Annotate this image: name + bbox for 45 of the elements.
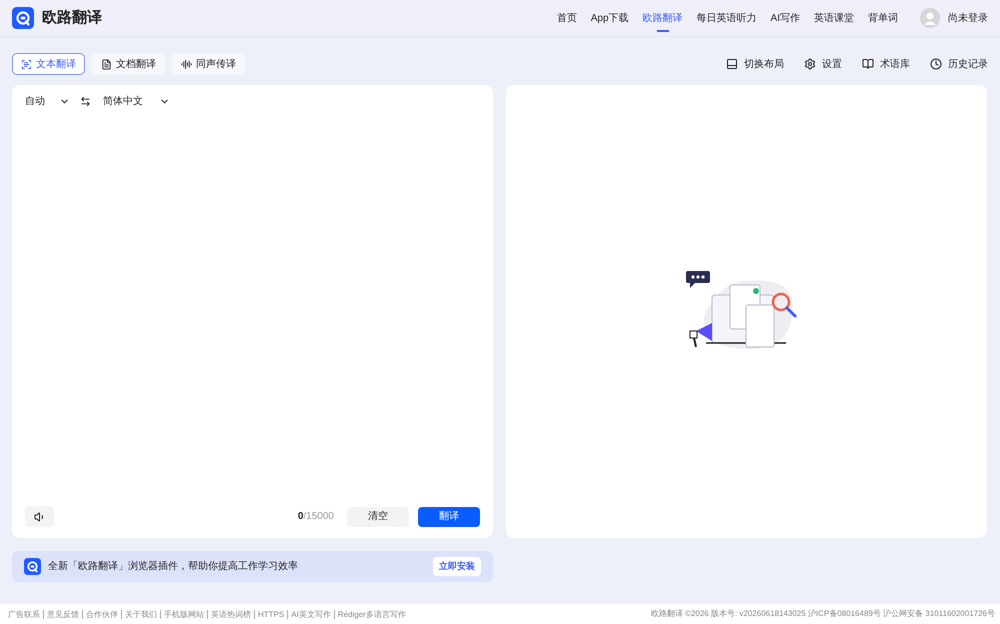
nav-link[interactable]: App下载 — [590, 0, 629, 36]
speaker-button[interactable] — [25, 506, 54, 527]
settings-icon — [804, 58, 816, 70]
toolbar-button[interactable]: 设置 — [804, 56, 842, 72]
footer-info: 欧路翻译 ©2026 版本号: v20260618143025 沪ICP备08016489号 沪公网安备 31011602001726号 — [650, 608, 995, 620]
logo-icon — [12, 7, 34, 29]
document-icon — [101, 58, 112, 70]
clear-button[interactable]: 清空 — [347, 506, 409, 526]
banner-text: 全新「欧路翻译」浏览器插件，帮助你提高工作学习效率 — [48, 560, 298, 574]
translate-button[interactable]: 翻译 — [418, 506, 480, 526]
nav-link[interactable]: 每日英语听力 — [696, 0, 757, 36]
login-link[interactable]: 尚未登录 — [948, 10, 988, 26]
swap-icon[interactable] — [80, 96, 91, 106]
logo-icon — [24, 558, 41, 575]
install-button[interactable]: 立即安装 — [433, 557, 481, 576]
character-counter: 0/15000 — [298, 510, 334, 524]
scan-text-icon — [21, 58, 32, 70]
toolbar-button[interactable]: 切换布局 — [726, 56, 784, 72]
speaker-icon — [34, 510, 46, 522]
audio-wave-icon — [181, 58, 192, 70]
brand-name: 欧路翻译 — [42, 8, 102, 28]
footer-link[interactable]: 意见反馈 — [43, 610, 82, 618]
footer-link[interactable]: 手机版网站 — [160, 610, 207, 618]
toolbar-button[interactable]: 术语库 — [862, 56, 910, 72]
nav-link[interactable]: 英语课堂 — [814, 0, 854, 36]
nav-link[interactable]: 背单词 — [868, 0, 898, 36]
footer-link[interactable]: AI英文写作 — [287, 610, 334, 618]
book-icon — [862, 58, 874, 70]
footer-link[interactable]: 关于我们 — [121, 610, 160, 618]
nav-link[interactable]: AI写作 — [770, 0, 800, 36]
mode-tab[interactable]: 文档翻译 — [92, 53, 165, 75]
footer-link[interactable]: 合作伙伴 — [82, 610, 121, 618]
mode-tab[interactable]: 同声传译 — [172, 53, 245, 75]
nav-link[interactable]: 欧路翻译 — [642, 0, 683, 36]
mode-tab[interactable]: 文本翻译 — [12, 53, 85, 75]
layout-icon — [726, 58, 738, 70]
footer-link[interactable]: 广告联系 — [5, 610, 43, 618]
footer-link[interactable]: Rédiger多语言写作 — [334, 610, 409, 618]
toolbar-button[interactable]: 历史记录 — [930, 56, 988, 72]
language-dropdown[interactable]: 简体中文 — [103, 94, 170, 108]
language-dropdown[interactable]: 自动 — [25, 94, 70, 108]
nav-link[interactable]: 首页 — [556, 0, 577, 36]
clock-icon — [930, 58, 942, 70]
footer-link[interactable]: HTTPS — [254, 610, 288, 618]
footer-link[interactable]: 英语热词榜 — [207, 610, 254, 618]
